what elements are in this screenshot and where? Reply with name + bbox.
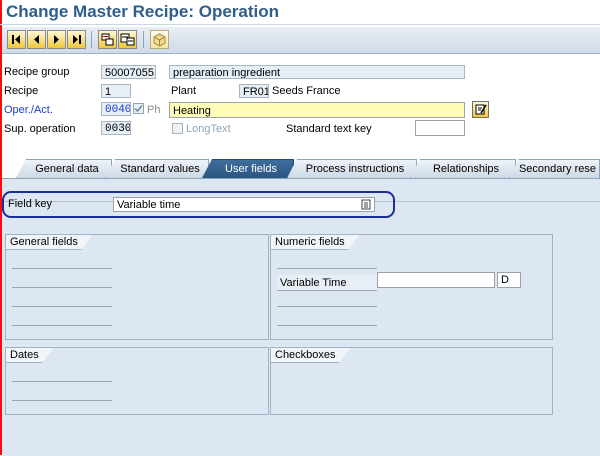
group-title: General fields [6, 235, 93, 250]
plant-description: Seeds France [272, 85, 341, 97]
field-placeholder [12, 381, 112, 382]
field-placeholder [12, 306, 112, 307]
field-placeholder [12, 268, 112, 269]
field-placeholder [12, 400, 112, 401]
page-title: Change Master Recipe: Operation [6, 2, 280, 21]
value-help-icon[interactable] [361, 199, 371, 210]
general-fields-group: General fields [5, 234, 269, 340]
recipe-group-description: preparation ingredient [169, 65, 465, 79]
recipe-group-label: Recipe group [4, 66, 70, 78]
longtext-label: LongText [186, 123, 231, 135]
dates-group: Dates [5, 347, 269, 415]
toolbar-separator [143, 31, 144, 48]
plant-label: Plant [171, 85, 197, 97]
group-title: Dates [6, 348, 54, 363]
numeric-fields-group: Numeric fields Variable Time D [270, 234, 553, 340]
first-icon[interactable] [7, 30, 26, 49]
tab-strip: General data Standard values User fields… [2, 159, 600, 179]
components-icon[interactable] [118, 30, 137, 49]
edit-long-text-button[interactable] [472, 101, 489, 118]
toolbar-separator [91, 31, 92, 48]
variable-time-field[interactable] [377, 272, 495, 288]
application-toolbar [2, 27, 600, 54]
sup-operation-label: Sup. operation [4, 123, 76, 135]
oper-act-label[interactable]: Oper./Act. [4, 104, 53, 116]
title-divider [0, 24, 600, 25]
operation-number-field: 0040 [101, 102, 131, 116]
tab-relationships[interactable]: Relationships [410, 159, 516, 178]
tab-user-fields[interactable]: User fields [202, 159, 294, 178]
tab-standard-values[interactable]: Standard values [105, 159, 209, 178]
field-key-field[interactable]: Variable time [113, 197, 375, 212]
field-placeholder [12, 325, 112, 326]
field-placeholder [12, 287, 112, 288]
field-placeholder [277, 306, 377, 307]
field-key-label: Field key [8, 198, 53, 210]
longtext-checkbox[interactable] [172, 123, 183, 134]
object-overview-icon[interactable] [98, 30, 117, 49]
pencil-icon [475, 104, 487, 115]
next-icon[interactable] [47, 30, 66, 49]
previous-icon[interactable] [27, 30, 46, 49]
variable-time-label: Variable Time [277, 275, 377, 291]
recipe-field: 1 [101, 84, 131, 98]
group-title: Numeric fields [271, 235, 360, 250]
group-title: Checkboxes [271, 348, 351, 363]
sup-operation-field: 0030 [101, 121, 131, 135]
field-placeholder [277, 268, 377, 269]
recipe-group-field: 50007055 [101, 65, 156, 79]
phase-label: Ph [147, 104, 161, 116]
phase-checkbox[interactable] [133, 103, 144, 114]
tab-process-instructions[interactable]: Process instructions [287, 159, 417, 178]
checkboxes-group: Checkboxes [270, 347, 553, 415]
operation-description-field[interactable]: Heating [169, 102, 465, 118]
field-placeholder [277, 325, 377, 326]
variable-time-unit-field[interactable]: D [497, 272, 521, 288]
recipe-label: Recipe [4, 85, 39, 97]
standard-text-key-field[interactable] [415, 120, 465, 136]
tab-general-data[interactable]: General data [16, 159, 112, 178]
standard-text-key-label: Standard text key [286, 123, 372, 135]
package-icon [150, 30, 169, 49]
tab-secondary-resources[interactable]: Secondary rese [509, 159, 600, 178]
last-icon[interactable] [67, 30, 86, 49]
plant-field: FR01 [239, 84, 269, 98]
